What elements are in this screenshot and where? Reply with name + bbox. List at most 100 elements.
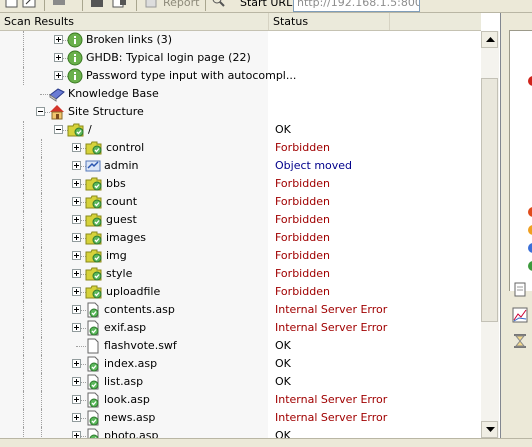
tree-node-label[interactable]: contents.asp	[104, 303, 175, 316]
expand-icon[interactable]	[54, 35, 63, 44]
expand-icon[interactable]	[54, 53, 63, 62]
medium-severity-icon	[528, 225, 532, 235]
export-icon[interactable]	[112, 0, 127, 9]
tree-row[interactable]: images Forbidden	[0, 229, 481, 247]
tree-row[interactable]: control Forbidden	[0, 139, 481, 157]
report-button[interactable]: Report	[163, 0, 199, 9]
tree-row[interactable]: look.asp Internal Server Error	[0, 391, 481, 409]
expand-icon[interactable]	[72, 377, 81, 386]
expand-icon[interactable]	[72, 215, 81, 224]
tree-row[interactable]: / OK	[0, 121, 481, 139]
tree-node-label[interactable]: Password type input with autocompl...	[86, 69, 296, 82]
tree-node-label[interactable]: flashvote.swf	[104, 339, 177, 352]
tree-row[interactable]: Knowledge Base	[0, 85, 481, 103]
tree-node-label[interactable]: bbs	[106, 177, 126, 190]
document-icon[interactable]	[511, 281, 529, 299]
start-url-input[interactable]: http://192.168.1.5:8001/	[293, 0, 420, 12]
tree-guide-line	[23, 229, 24, 247]
tree-row[interactable]: Broken links (3)	[0, 31, 481, 49]
scan-results-column-header[interactable]: Scan Results	[0, 13, 269, 30]
save-icon[interactable]	[90, 0, 105, 9]
collapse-icon[interactable]	[36, 107, 45, 116]
expand-icon[interactable]	[72, 287, 81, 296]
tree-row[interactable]: count Forbidden	[0, 193, 481, 211]
tree-node-label[interactable]: guest	[106, 213, 137, 226]
tree-node-label[interactable]: uploadfile	[106, 285, 160, 298]
tree-node-label[interactable]: admin	[104, 159, 138, 172]
expand-icon[interactable]	[72, 395, 81, 404]
expand-icon[interactable]	[72, 179, 81, 188]
tree-guide-line	[41, 211, 42, 229]
file-icon	[85, 410, 101, 426]
tree-node-label[interactable]: /	[88, 123, 92, 136]
tree-node-label[interactable]: images	[106, 231, 146, 244]
tree-row[interactable]: style Forbidden	[0, 265, 481, 283]
tree-node-label[interactable]: Broken links (3)	[86, 33, 172, 46]
new-scan-icon[interactable]	[4, 0, 19, 9]
tree-row[interactable]: uploadfile Forbidden	[0, 283, 481, 301]
tree-node-label[interactable]: GHDB: Typical login page (22)	[86, 51, 251, 64]
tree-guide-line	[23, 157, 24, 175]
tree-node-label[interactable]: look.asp	[104, 393, 150, 406]
expand-icon[interactable]	[72, 161, 81, 170]
chart-icon[interactable]	[511, 306, 529, 324]
tree-node-label[interactable]: news.asp	[104, 411, 155, 424]
expand-icon[interactable]	[72, 143, 81, 152]
tree-row[interactable]: bbs Forbidden	[0, 175, 481, 193]
expand-icon[interactable]	[72, 251, 81, 260]
expand-icon[interactable]	[54, 71, 63, 80]
tree-row[interactable]: GHDB: Typical login page (22)	[0, 49, 481, 67]
expand-icon[interactable]	[72, 269, 81, 278]
tree-node-label[interactable]: style	[106, 267, 132, 280]
tree-row[interactable]: contents.asp Internal Server Error	[0, 301, 481, 319]
tree-node-label[interactable]: control	[106, 141, 144, 154]
tree-row[interactable]: news.asp Internal Server Error	[0, 409, 481, 427]
tree-row[interactable]: list.asp OK	[0, 373, 481, 391]
hourglass-icon[interactable]	[511, 332, 529, 350]
flash-file-icon	[85, 338, 101, 354]
scroll-up-button[interactable]	[481, 31, 498, 48]
report-icon[interactable]	[144, 0, 159, 9]
expand-icon[interactable]	[72, 197, 81, 206]
tree-guide-line	[41, 247, 42, 265]
tree-node-label[interactable]: img	[106, 249, 127, 262]
status-value: Forbidden	[275, 213, 330, 226]
status-value: Object moved	[275, 159, 353, 172]
expand-icon[interactable]	[72, 305, 81, 314]
tools-icon[interactable]	[52, 0, 67, 9]
tree-node-label[interactable]: photo.asp	[104, 429, 158, 438]
expand-icon[interactable]	[72, 233, 81, 242]
tree-guide-line	[41, 229, 42, 247]
tree-row[interactable]: Site Structure	[0, 103, 481, 121]
expand-icon[interactable]	[72, 359, 81, 368]
tree-guide-line	[23, 247, 24, 265]
expand-icon[interactable]	[72, 323, 81, 332]
edit-icon[interactable]	[22, 0, 37, 9]
expand-icon[interactable]	[72, 431, 81, 438]
tree-row[interactable]: admin Object moved	[0, 157, 481, 175]
tree-row[interactable]: flashvote.swf OK	[0, 337, 481, 355]
tree-node-label[interactable]: Knowledge Base	[68, 87, 159, 100]
tree-row[interactable]: photo.asp OK	[0, 427, 481, 438]
scroll-thumb[interactable]	[481, 78, 498, 322]
collapse-icon[interactable]	[54, 125, 63, 134]
tree-node-label[interactable]: index.asp	[104, 357, 157, 370]
tree-node-label[interactable]: Site Structure	[68, 105, 144, 118]
tree-node-label[interactable]: list.asp	[104, 375, 143, 388]
tree-node-label[interactable]: count	[106, 195, 137, 208]
scroll-down-button[interactable]	[481, 421, 498, 438]
tree-guide-line	[23, 31, 24, 49]
tree-row[interactable]: index.asp OK	[0, 355, 481, 373]
tree-row[interactable]: img Forbidden	[0, 247, 481, 265]
file-icon	[85, 428, 101, 438]
tree-row[interactable]: exif.asp Internal Server Error	[0, 319, 481, 337]
expand-icon[interactable]	[72, 413, 81, 422]
tree-row[interactable]: Password type input with autocompl...	[0, 67, 481, 85]
tree-row[interactable]: guest Forbidden	[0, 211, 481, 229]
folder-icon	[85, 212, 102, 228]
tree-node-label[interactable]: exif.asp	[104, 321, 146, 334]
status-value: Internal Server Error	[275, 303, 388, 316]
scan-icon[interactable]	[211, 0, 226, 9]
vertical-scrollbar[interactable]	[481, 31, 499, 438]
status-column-header[interactable]: Status	[269, 13, 390, 30]
